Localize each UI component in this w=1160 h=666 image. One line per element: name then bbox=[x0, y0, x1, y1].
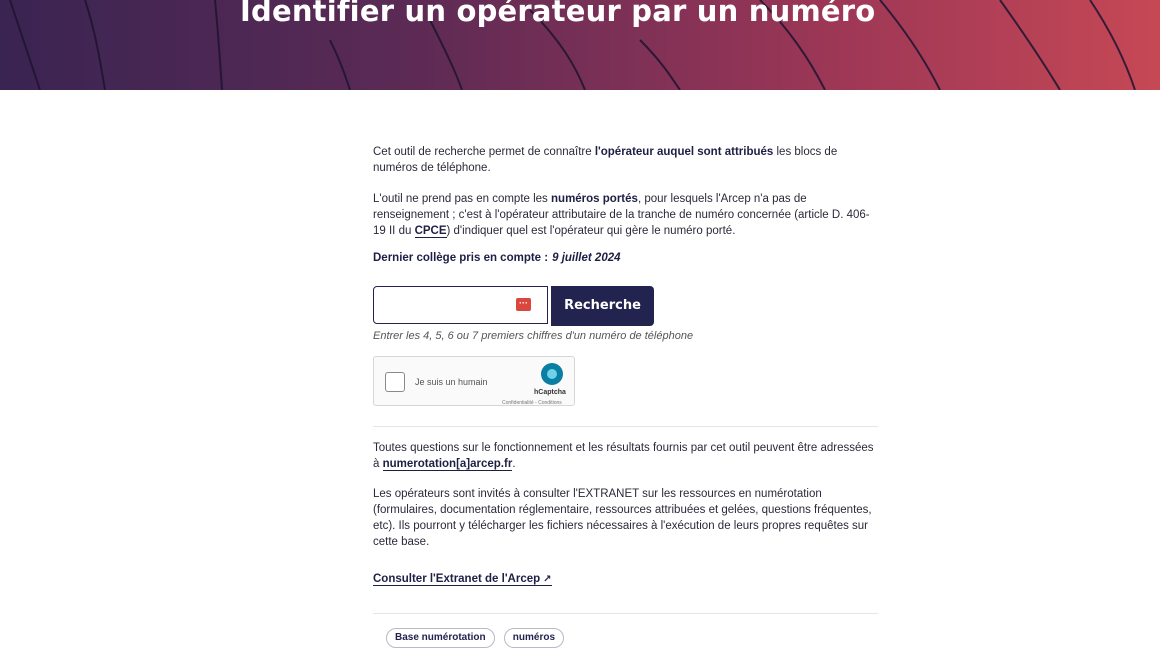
captcha-label: Je suis un humain bbox=[415, 377, 488, 387]
intro-text: Cet outil de recherche permet de connaît… bbox=[373, 146, 595, 158]
captcha-privacy-terms[interactable]: Confidentialité - Conditions bbox=[502, 395, 562, 411]
search-button[interactable]: Recherche bbox=[551, 286, 654, 326]
email-link[interactable]: numerotation[a]arcep.fr bbox=[382, 458, 513, 471]
tag-list: Base numérotation numéros bbox=[386, 628, 570, 648]
contact-paragraph: Toutes questions sur le fonctionnement e… bbox=[373, 440, 878, 472]
captcha-checkbox[interactable] bbox=[385, 372, 405, 392]
last-college-date: 9 juillet 2024 bbox=[552, 252, 621, 264]
intro-paragraph-1: Cet outil de recherche permet de connaît… bbox=[373, 144, 853, 176]
cpce-link[interactable]: CPCE bbox=[414, 225, 447, 238]
extranet-link-wrapper: Consulter l'Extranet de l'Arcep ↗ bbox=[373, 571, 552, 588]
intro-bold-text: l'opérateur auquel sont attribués bbox=[594, 146, 774, 158]
tag-numeros[interactable]: numéros bbox=[503, 628, 565, 648]
search-form: ··· Recherche bbox=[373, 286, 663, 326]
extranet-paragraph: Les opérateurs sont invités à consulter … bbox=[373, 488, 872, 548]
divider bbox=[373, 426, 878, 427]
intro-text: ) d'indiquer quel est l'opérateur qui gè… bbox=[446, 225, 736, 237]
page-title: Identifier un opérateur par un numéro bbox=[240, 0, 876, 28]
hcaptcha-widget: Je suis un humain hCaptcha Confidentiali… bbox=[373, 356, 575, 406]
divider bbox=[373, 613, 878, 614]
search-hint: Entrer les 4, 5, 6 ou 7 premiers chiffre… bbox=[373, 330, 694, 342]
intro-paragraph-2: L'outil ne prend pas en compte les numér… bbox=[373, 191, 873, 239]
intro-text: L'outil ne prend pas en compte les bbox=[373, 193, 552, 205]
contact-text: . bbox=[512, 458, 516, 470]
extranet-link-label: Consulter l'Extranet de l'Arcep bbox=[373, 573, 541, 585]
last-college-label: Dernier collège pris en compte : bbox=[373, 252, 549, 264]
external-link-icon: ↗ bbox=[543, 574, 552, 585]
intro-bold-text: numéros portés bbox=[551, 193, 638, 205]
extranet-link[interactable]: Consulter l'Extranet de l'Arcep ↗ bbox=[373, 573, 552, 586]
hcaptcha-logo-icon bbox=[541, 363, 563, 385]
tag-base-numerotation[interactable]: Base numérotation bbox=[386, 628, 495, 648]
page-header-banner: Identifier un opérateur par un numéro bbox=[0, 0, 1160, 90]
last-college-info: Dernier collège pris en compte :9 juille… bbox=[373, 250, 621, 266]
password-manager-icon[interactable]: ··· bbox=[516, 298, 531, 311]
